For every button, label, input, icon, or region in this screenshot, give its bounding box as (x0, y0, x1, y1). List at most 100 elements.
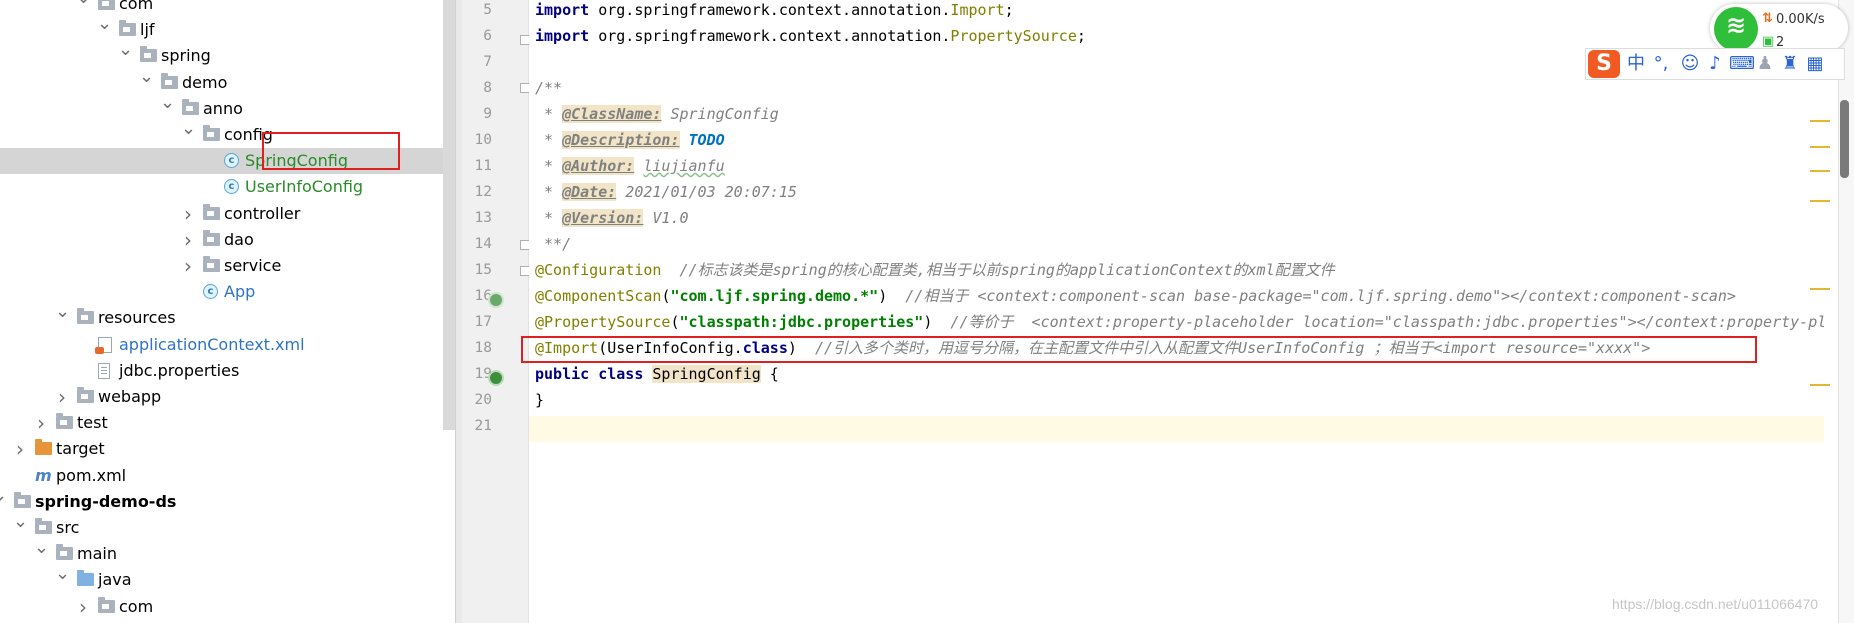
code-line-16: @ComponentScan("com.ljf.spring.demo.*") … (535, 287, 1736, 305)
folder-icon (56, 544, 73, 561)
tree-item[interactable]: ⌄ spring-demo-ds (0, 485, 455, 515)
chevron-right-icon[interactable]: › (76, 594, 90, 620)
package-icon (203, 203, 220, 220)
tree-item-label: controller (224, 203, 301, 223)
user-icon[interactable]: ♟ (1754, 54, 1776, 74)
tree-item[interactable]: › dao (0, 227, 455, 253)
error-stripe-mark[interactable] (1810, 120, 1830, 122)
upload-arrows-icon: ⇅ (1762, 11, 1773, 26)
line-number: 17 (474, 314, 492, 330)
code-line-17: @PropertySource("classpath:jdbc.properti… (535, 313, 1824, 331)
chevron-down-icon[interactable]: ⌄ (55, 561, 70, 587)
package-icon (98, 596, 115, 613)
tree-item[interactable]: jdbc.properties (0, 358, 455, 384)
project-tree-scrollbar[interactable] (443, 0, 455, 430)
chevron-right-icon[interactable]: › (34, 410, 48, 436)
code-line-14: **/ (535, 235, 572, 253)
ime-mode-button[interactable]: 中 (1625, 54, 1647, 74)
tree-item[interactable]: ⌄ ljf (0, 13, 455, 43)
code-editor[interactable]: import org.springframework.context.annot… (529, 0, 1824, 623)
tree-item-label: anno (203, 98, 243, 118)
tree-item[interactable]: ⌄ demo (0, 66, 455, 96)
tree-item-label: ljf (140, 20, 155, 40)
line-number: 9 (483, 106, 492, 122)
tree-item[interactable]: ⌄ com (0, 0, 455, 17)
chevron-down-icon[interactable]: ⌄ (139, 64, 154, 90)
code-line-10: * @Description: TODO (535, 131, 725, 149)
error-stripe-mark[interactable] (1810, 146, 1830, 148)
tree-item[interactable]: m pom.xml (0, 463, 455, 489)
line-number: 10 (474, 132, 492, 148)
chevron-down-icon[interactable]: ⌄ (55, 299, 70, 325)
properties-file-icon (98, 362, 110, 379)
editor-scrollbar[interactable] (1838, 0, 1854, 623)
code-line-9: * @ClassName: SpringConfig (535, 105, 779, 123)
java-class-icon: c (224, 179, 239, 195)
error-stripe-mark[interactable] (1810, 200, 1830, 202)
package-icon (140, 46, 157, 63)
sogou-logo-icon[interactable]: S (1588, 50, 1620, 78)
tree-item-label: webapp (98, 387, 162, 406)
pane-divider[interactable] (455, 0, 462, 623)
tree-item[interactable]: ⌄ src (0, 511, 455, 541)
tree-item[interactable]: › target (0, 436, 455, 462)
source-root-icon (77, 570, 94, 587)
tree-item[interactable]: › test (0, 410, 455, 436)
chevron-down-icon[interactable]: ⌄ (34, 535, 49, 561)
code-line-13: * @Version: V1.0 (535, 209, 689, 227)
keyboard-icon[interactable]: ⌨ (1729, 54, 1755, 74)
chevron-down-icon[interactable]: ⌄ (118, 37, 133, 63)
tree-item-label: UserInfoConfig (245, 177, 364, 197)
chevron-down-icon[interactable]: ⌄ (160, 90, 175, 116)
tree-item-label: dao (224, 229, 254, 249)
error-stripe-mark[interactable] (1810, 288, 1830, 290)
line-number: 12 (474, 184, 492, 200)
skin-shirt-icon[interactable]: ♜ (1779, 54, 1801, 74)
tree-item[interactable]: c UserInfoConfig (0, 174, 455, 200)
chevron-right-icon[interactable]: › (181, 227, 195, 253)
chevron-down-icon[interactable]: ⌄ (13, 509, 28, 535)
tree-item-label: main (77, 544, 117, 564)
tree-item[interactable]: ⌄ java (0, 563, 455, 593)
chevron-right-icon[interactable]: › (181, 253, 195, 279)
chevron-right-icon[interactable]: › (55, 384, 69, 410)
tree-item-label: spring (161, 46, 211, 66)
wifi-signal-icon: ≋ (1725, 11, 1747, 39)
line-number: 18 (474, 340, 492, 356)
error-stripe-mark[interactable] (1810, 170, 1830, 172)
chevron-down-icon[interactable]: ⌄ (181, 116, 196, 142)
tree-item-label: com (119, 596, 154, 616)
tree-item-label: pom.xml (56, 465, 127, 485)
error-stripe-mark[interactable] (1810, 384, 1830, 386)
tree-item-label: jdbc.properties (119, 360, 240, 380)
chevron-right-icon[interactable]: › (13, 436, 27, 462)
chevron-down-icon[interactable]: ⌄ (97, 11, 112, 37)
spring-config-icon[interactable] (488, 370, 504, 386)
emoji-icon[interactable]: ☺ (1679, 54, 1701, 74)
code-line-20: } (535, 391, 545, 409)
chevron-right-icon[interactable]: › (181, 201, 195, 227)
microphone-icon[interactable]: ♪ (1704, 54, 1726, 74)
excluded-folder-icon (35, 439, 52, 456)
ime-punct-button[interactable]: °, (1650, 54, 1672, 74)
project-tree: ⌄com⌄ljf⌄spring⌄demo⌄anno⌄configcSpringC… (0, 0, 455, 623)
editor-scrollbar-thumb[interactable] (1840, 100, 1849, 178)
code-line-19: public class SpringConfig { (535, 365, 779, 383)
tree-item[interactable]: › controller (0, 201, 455, 227)
toolbox-grid-icon[interactable]: ▦ (1804, 54, 1826, 74)
tree-item[interactable]: ⌄ anno (0, 92, 455, 122)
chevron-down-icon[interactable]: ⌄ (76, 0, 91, 11)
line-number: 8 (483, 80, 492, 96)
tree-item[interactable]: ⌄ spring (0, 39, 455, 69)
tree-item[interactable]: applicationContext.xml (0, 332, 455, 358)
tree-item[interactable]: › com (0, 594, 455, 620)
spring-bean-icon[interactable] (488, 292, 504, 308)
tree-item[interactable]: ⌄ resources (0, 301, 455, 331)
tree-item[interactable]: › service (0, 253, 455, 279)
folder-icon (35, 518, 52, 534)
java-class-icon: c (203, 284, 218, 300)
tree-item[interactable]: › webapp (0, 384, 455, 410)
xml-file-icon (95, 336, 112, 354)
chevron-down-icon[interactable]: ⌄ (0, 483, 7, 509)
device-icon: ▣ (1762, 34, 1775, 49)
